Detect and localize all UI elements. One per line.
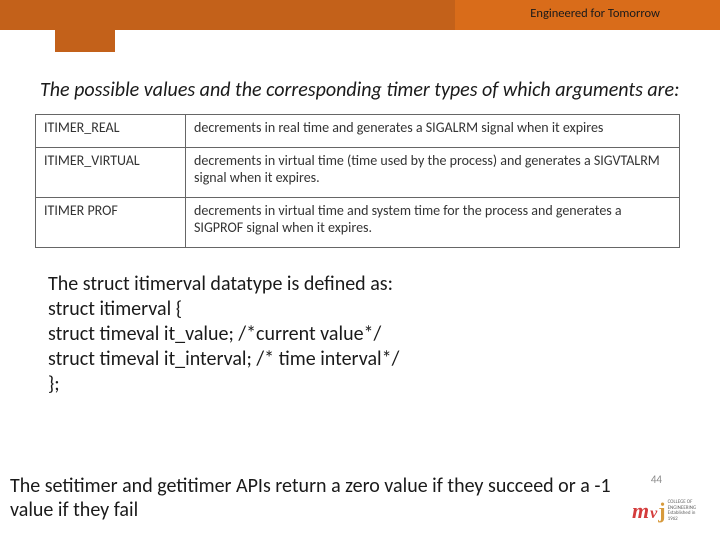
timer-desc: decrements in real time and generates a … (186, 115, 680, 148)
logo-letter-j: j (658, 500, 665, 522)
struct-line: struct timeval it_interval; /* time inte… (48, 347, 710, 372)
timer-key: ITIMER_REAL (36, 115, 186, 148)
table-row: ITIMER_REAL decrements in real time and … (36, 115, 680, 148)
logo-sub-line: Established in 1962 (668, 511, 706, 522)
struct-line: struct itimerval { (48, 297, 710, 322)
timer-table: ITIMER_REAL decrements in real time and … (35, 114, 680, 248)
struct-line: struct timeval it_value; /*current value… (48, 322, 710, 347)
header-bar: Engineered for Tomorrow (0, 0, 720, 30)
timer-desc: decrements in virtual time (time used by… (186, 147, 680, 197)
page-number: 44 (651, 473, 662, 486)
header-notch (55, 30, 115, 52)
struct-line: The struct itimerval datatype is defined… (48, 272, 710, 297)
slide-content: The possible values and the correspondin… (0, 78, 720, 419)
struct-line: }; (48, 372, 710, 397)
intro-text: The possible values and the correspondin… (40, 78, 710, 102)
college-logo: m v j COLLEGE OF ENGINEERING Established… (632, 500, 706, 522)
timer-key: ITIMER PROF (36, 197, 186, 247)
table-row: ITIMER_VIRTUAL decrements in virtual tim… (36, 147, 680, 197)
struct-definition: The struct itimerval datatype is defined… (48, 272, 710, 397)
timer-desc: decrements in virtual time and system ti… (186, 197, 680, 247)
timer-key: ITIMER_VIRTUAL (36, 147, 186, 197)
logo-letter-v: v (650, 506, 657, 522)
table-row: ITIMER PROF decrements in virtual time a… (36, 197, 680, 247)
header-tagline: Engineered for Tomorrow (530, 6, 660, 21)
logo-mark: m v j COLLEGE OF ENGINEERING Established… (632, 500, 706, 522)
footer-text: The setitimer and getitimer APIs return … (10, 474, 630, 522)
logo-letter-m: m (632, 500, 649, 522)
header-accent (0, 0, 455, 30)
logo-subtext: COLLEGE OF ENGINEERING Established in 19… (668, 500, 706, 522)
